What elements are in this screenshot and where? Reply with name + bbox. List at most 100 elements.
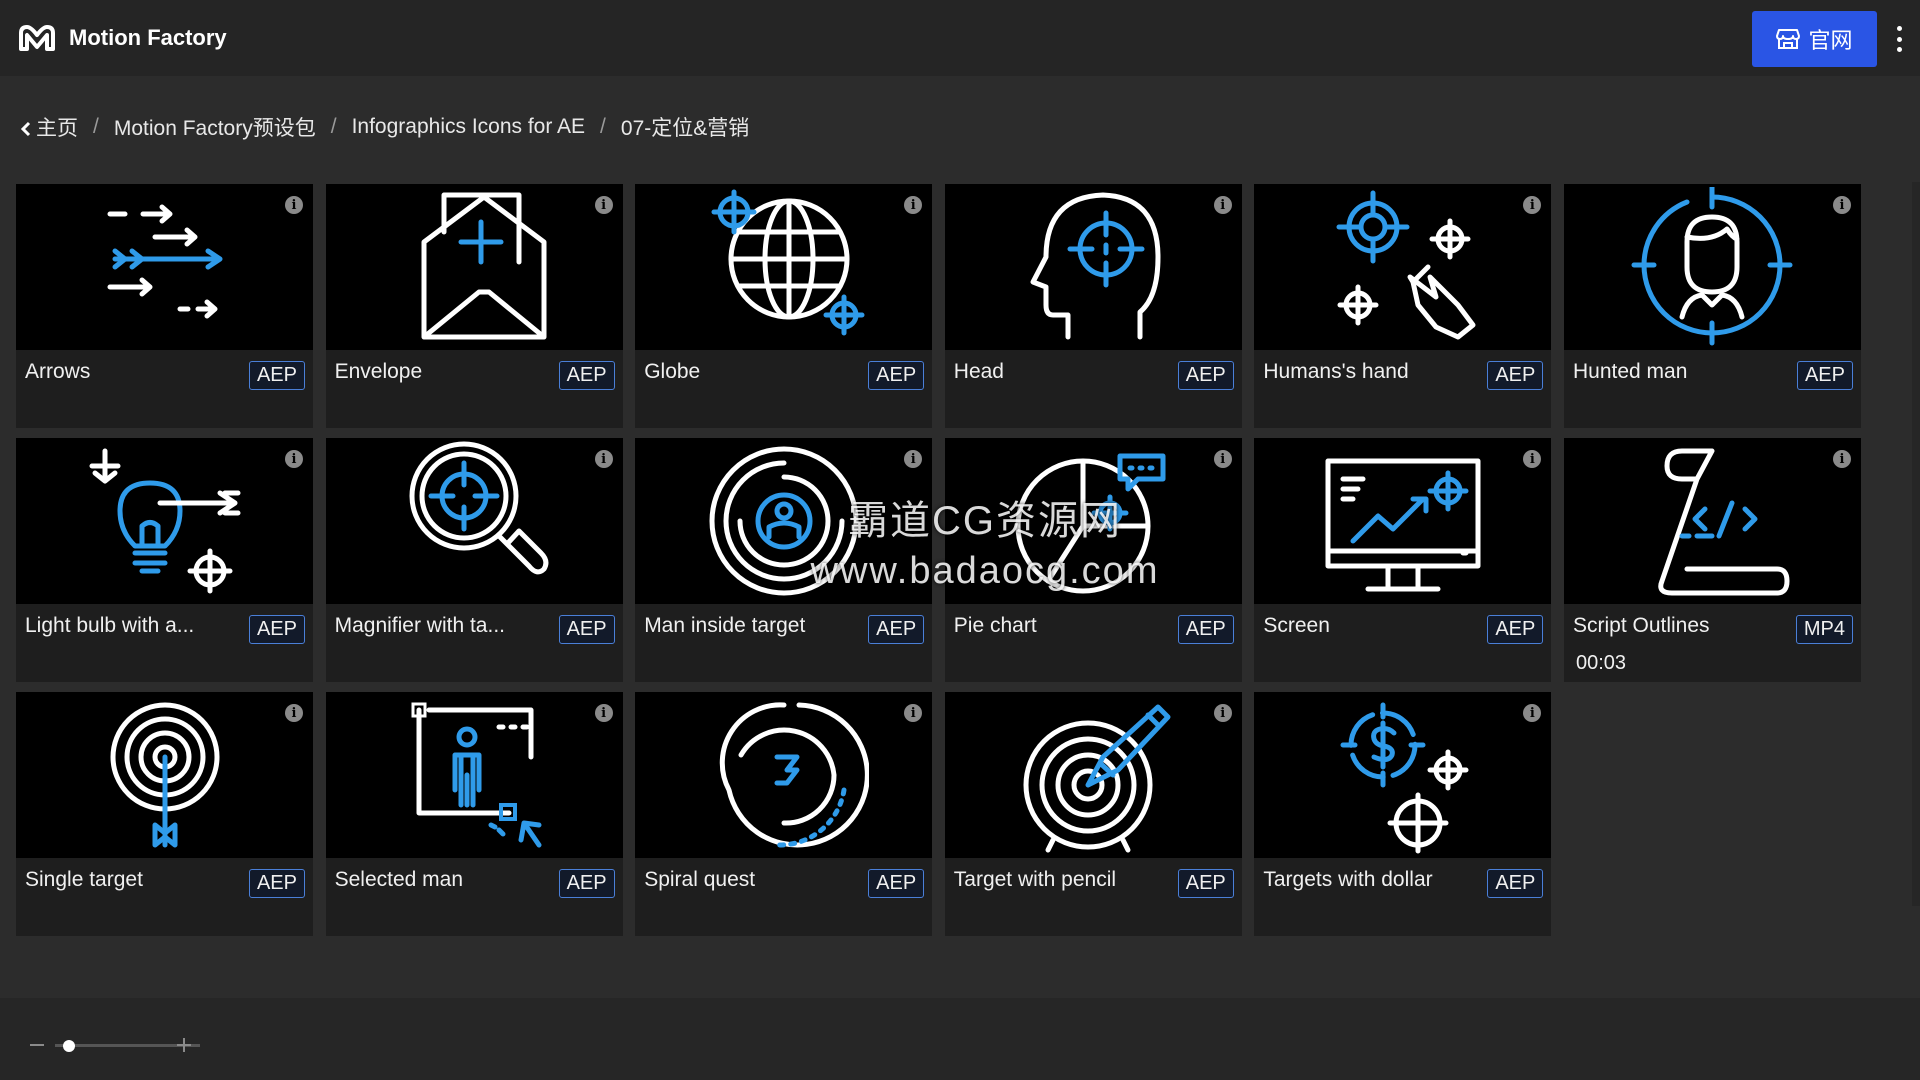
info-icon[interactable]: i (1523, 450, 1542, 468)
info-icon[interactable]: i (1213, 704, 1232, 722)
single-target-icon (110, 702, 219, 848)
asset-card[interactable]: i Targets with dollar AEP (1254, 692, 1552, 936)
asset-title: Arrows (25, 360, 91, 383)
asset-card[interactable]: i Spiral quest AEP (635, 692, 933, 936)
more-menu-button[interactable] (1890, 22, 1908, 56)
store-icon (1776, 29, 1801, 49)
script-icon (1658, 448, 1790, 596)
chevron-left-icon (20, 122, 31, 137)
top-bar: Motion Factory 官网 (0, 0, 1920, 76)
info-icon[interactable]: i (1832, 450, 1851, 468)
asset-title: Single target (25, 868, 143, 891)
asset-card[interactable]: i Envelope AEP (325, 184, 623, 428)
asset-thumbnail[interactable]: i (1254, 692, 1552, 858)
asset-thumbnail[interactable]: i (325, 692, 623, 858)
breadcrumb-current-folder[interactable]: 07-定位&营销 (621, 112, 749, 142)
asset-card[interactable]: i Script Outlines MP4 00:03 (1563, 438, 1861, 682)
breadcrumb-separator: / (93, 115, 99, 138)
man-target-icon (709, 446, 859, 596)
asset-card[interactable]: i Head AEP (944, 184, 1242, 428)
info-icon[interactable]: i (594, 704, 613, 722)
asset-title: Target with pencil (953, 868, 1117, 891)
breadcrumb-home[interactable]: 主页 (20, 112, 78, 142)
zoom-out-icon[interactable] (30, 1044, 44, 1046)
asset-card[interactable]: i Humans's hand AEP (1254, 184, 1552, 428)
asset-card[interactable]: i Man inside target AEP (635, 438, 933, 682)
info-icon[interactable]: i (1832, 196, 1851, 214)
magnifier-target-icon (409, 441, 549, 575)
asset-card[interactable]: i Selected man AEP (325, 692, 623, 936)
info-icon[interactable]: i (285, 704, 303, 722)
asset-thumbnail[interactable]: i (635, 184, 933, 350)
info-icon[interactable]: i (1213, 196, 1232, 214)
asset-card[interactable]: i Magnifier with ta... AEP (325, 438, 623, 682)
asset-thumbnail[interactable]: i (1254, 438, 1552, 604)
info-icon[interactable]: i (594, 196, 613, 214)
asset-title: Spiral quest (644, 868, 756, 891)
zoom-slider[interactable] (30, 1035, 200, 1055)
scrollbar[interactable] (1912, 182, 1920, 906)
asset-thumbnail[interactable]: i (16, 438, 313, 604)
selected-man-icon (411, 702, 542, 848)
asset-thumbnail[interactable]: i (635, 692, 933, 858)
asset-thumbnail[interactable]: i (16, 184, 313, 350)
asset-type-badge: AEP (868, 869, 925, 898)
official-site-button[interactable]: 官网 (1752, 11, 1877, 67)
target-pencil-icon (1023, 704, 1171, 853)
asset-title: Humans's hand (1263, 360, 1409, 383)
lightbulb-arrow-icon (89, 448, 240, 594)
asset-thumbnail[interactable]: i (325, 184, 623, 350)
asset-title: Screen (1263, 614, 1330, 637)
asset-title: Pie chart (953, 614, 1037, 637)
info-icon[interactable]: i (1523, 704, 1542, 722)
asset-type-badge: AEP (1177, 615, 1234, 644)
asset-thumbnail[interactable]: i (635, 438, 933, 604)
asset-type-badge: AEP (868, 615, 925, 644)
asset-card[interactable]: i Pie chart AEP (944, 438, 1242, 682)
info-icon[interactable]: i (1213, 450, 1232, 468)
info-icon[interactable]: i (285, 196, 303, 214)
asset-thumbnail[interactable]: i (944, 692, 1242, 858)
asset-card[interactable]: i Screen AEP (1254, 438, 1552, 682)
bottom-bar (0, 998, 1920, 1080)
zoom-handle[interactable] (63, 1039, 76, 1052)
hunted-man-icon (1631, 187, 1793, 346)
breadcrumb-infographics-icons[interactable]: Infographics Icons for AE (352, 115, 585, 139)
asset-card[interactable]: i Globe AEP (635, 184, 933, 428)
motion-factory-logo-icon (19, 25, 55, 51)
asset-thumbnail[interactable]: i (1563, 184, 1861, 350)
asset-title: Envelope (334, 360, 423, 383)
asset-title: Targets with dollar (1263, 868, 1433, 891)
asset-card[interactable]: i Target with pencil AEP (944, 692, 1242, 936)
asset-title: Script Outlines (1572, 614, 1710, 637)
asset-thumbnail[interactable]: i (1254, 184, 1552, 350)
asset-card[interactable]: i Light bulb with a... AEP (16, 438, 313, 682)
info-icon[interactable]: i (1523, 196, 1542, 214)
asset-card[interactable]: i Arrows AEP (16, 184, 313, 428)
spiral-icon (719, 702, 869, 848)
info-icon[interactable]: i (594, 450, 613, 468)
asset-card[interactable]: i Hunted man AEP (1563, 184, 1861, 428)
info-icon[interactable]: i (904, 196, 923, 214)
arrows-icon (107, 204, 222, 319)
asset-thumbnail[interactable]: i (944, 184, 1242, 350)
asset-thumbnail[interactable]: i (16, 692, 313, 858)
asset-thumbnail[interactable]: i (944, 438, 1242, 604)
info-icon[interactable]: i (285, 450, 303, 468)
asset-thumbnail[interactable]: i (325, 438, 623, 604)
zoom-in-icon[interactable] (183, 1038, 185, 1052)
logo[interactable]: Motion Factory (17, 23, 227, 53)
asset-card[interactable]: i Single target AEP (16, 692, 313, 936)
info-icon[interactable]: i (904, 450, 923, 468)
hand-targets-icon (1336, 190, 1476, 340)
breadcrumb-motion-factory-pack[interactable]: Motion Factory预设包 (114, 112, 316, 142)
app-name: Motion Factory (69, 25, 227, 50)
asset-title: Light bulb with a... (25, 614, 195, 637)
info-icon[interactable]: i (904, 704, 923, 722)
breadcrumb-separator: / (600, 115, 606, 138)
asset-type-badge: AEP (1177, 361, 1234, 390)
asset-title: Globe (644, 360, 701, 383)
asset-thumbnail[interactable]: i (1563, 438, 1861, 604)
targets-dollar-icon (1340, 702, 1469, 854)
envelope-icon (421, 192, 547, 340)
